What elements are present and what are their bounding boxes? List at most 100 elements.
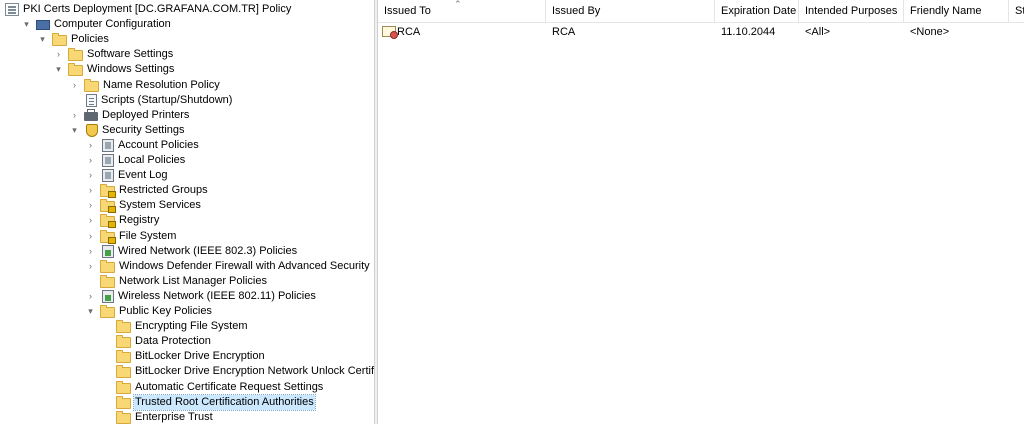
tree-node[interactable]: Trusted Root Certification Authorities <box>101 393 316 411</box>
folder-icon <box>116 365 131 379</box>
tree-node[interactable]: Enterprise Trust <box>101 410 214 424</box>
column-header-issued-by[interactable]: Issued By <box>546 0 715 22</box>
expand-chevron-icon[interactable]: › <box>85 168 96 183</box>
expand-chevron-icon[interactable]: › <box>85 259 96 274</box>
tree-node[interactable]: › Local Policies <box>85 153 186 168</box>
column-header-expiration-date[interactable]: Expiration Date <box>715 0 799 22</box>
tree-node-label: Account Policies <box>118 138 199 151</box>
collapse-chevron-icon[interactable]: ▾ <box>69 123 80 138</box>
tree-node-label: PKI Certs Deployment [DC.GRAFANA.COM.TR]… <box>23 3 292 15</box>
tree-node[interactable]: ▾ Computer Configuration <box>21 17 172 32</box>
tree-node[interactable]: ▾ Policies <box>37 32 110 47</box>
tree-node-label: Wired Network (IEEE 802.3) Policies <box>118 244 298 257</box>
tree-node[interactable]: Encrypting File System <box>101 319 248 334</box>
tree-node-label: Scripts (Startup/Shutdown) <box>101 93 233 106</box>
tree-node-label: Public Key Policies <box>119 305 212 317</box>
tree-node[interactable]: › Deployed Printers <box>69 108 190 123</box>
collapse-chevron-icon[interactable]: ▾ <box>21 17 32 32</box>
locked-folder-icon <box>100 184 116 199</box>
tree-node[interactable]: › Windows Defender Firewall with Advanced… <box>85 259 371 274</box>
expand-chevron-icon[interactable]: › <box>85 213 96 228</box>
tree-node[interactable]: › Event Log <box>85 168 169 183</box>
tree-node[interactable]: › Account Policies <box>85 138 200 153</box>
tree-node[interactable]: Network List Manager Policies <box>85 274 268 289</box>
certificate-icon <box>382 26 398 39</box>
tree-node[interactable]: ▾ Windows Settings <box>53 62 175 77</box>
column-header-intended-purposes[interactable]: Intended Purposes <box>799 0 904 22</box>
tree-node-label: Event Log <box>118 169 168 182</box>
locked-folder-icon <box>100 214 116 229</box>
column-header-friendly-name[interactable]: Friendly Name <box>904 0 1009 22</box>
folder-icon <box>116 335 131 349</box>
column-header-label: Issued By <box>552 5 601 17</box>
tree-node-label: Deployed Printers <box>102 108 190 121</box>
tree-node[interactable]: BitLocker Drive Encryption <box>101 349 266 364</box>
tree-node[interactable]: Data Protection <box>101 334 212 349</box>
expand-chevron-icon[interactable]: › <box>85 244 96 259</box>
expand-chevron-icon[interactable]: › <box>85 183 96 198</box>
tree-node-label: Wireless Network (IEEE 802.11) Policies <box>118 289 316 302</box>
cell-text: RCA <box>397 26 421 38</box>
tree-node[interactable]: › Software Settings <box>53 47 174 62</box>
expand-chevron-icon[interactable]: › <box>85 198 96 213</box>
expand-chevron-icon[interactable]: › <box>85 289 96 304</box>
tree-node[interactable]: ▾ Security Settings <box>69 123 186 138</box>
tree-node-label: Windows Defender Firewall with Advanced … <box>119 259 370 272</box>
tree-node[interactable]: › System Services <box>85 198 202 214</box>
folder-icon <box>116 380 131 394</box>
cell-friendly-name: <None> <box>910 26 950 38</box>
details-list[interactable]: Issued To ⌃ Issued By Expiration Date In… <box>378 0 1024 424</box>
folder-icon <box>52 33 67 47</box>
tree-node-label: Network List Manager Policies <box>119 274 267 287</box>
tree-node[interactable]: Scripts (Startup/Shutdown) <box>69 93 233 108</box>
column-header-label: Expiration Date <box>721 5 797 17</box>
console-tree[interactable]: PKI Certs Deployment [DC.GRAFANA.COM.TR]… <box>0 0 374 424</box>
security-settings-icon <box>86 123 98 137</box>
column-header-issued-to[interactable]: Issued To ⌃ <box>378 0 546 22</box>
tree-node[interactable]: ▾ Public Key Policies <box>85 304 213 319</box>
collapse-chevron-icon[interactable]: ▾ <box>53 62 64 77</box>
expand-chevron-icon[interactable]: › <box>85 138 96 153</box>
expand-chevron-icon[interactable]: › <box>69 108 80 123</box>
tree-node[interactable]: PKI Certs Deployment [DC.GRAFANA.COM.TR]… <box>5 2 292 17</box>
printer-icon <box>84 109 98 122</box>
network-policy-icon <box>102 289 114 303</box>
tree-node[interactable]: BitLocker Drive Encryption Network Unloc… <box>101 364 374 379</box>
policy-document-icon <box>5 3 19 16</box>
expand-chevron-icon[interactable]: › <box>69 78 80 93</box>
tree-node-label: Windows Settings <box>87 63 175 76</box>
cell-issued-to: RCA <box>378 24 546 40</box>
folder-icon <box>84 78 99 92</box>
tree-node-label: BitLocker Drive Encryption <box>135 350 265 363</box>
expand-chevron-icon[interactable]: › <box>85 229 96 244</box>
collapse-chevron-icon[interactable]: ▾ <box>37 32 48 47</box>
tree-node[interactable]: › Wireless Network (IEEE 802.11) Policies <box>85 289 317 304</box>
network-policy-icon <box>102 244 114 258</box>
tree-node-label: Security Settings <box>102 123 185 136</box>
tree-node[interactable]: Automatic Certificate Request Settings <box>101 380 324 395</box>
tree-node-label: System Services <box>119 199 201 212</box>
folder-icon <box>68 48 83 62</box>
tree-node[interactable]: › File System <box>85 229 177 244</box>
tree-node-label: Local Policies <box>118 154 186 166</box>
folder-icon <box>116 320 131 334</box>
tree-node[interactable]: › Wired Network (IEEE 802.3) Policies <box>85 244 298 259</box>
tree-node[interactable]: › Registry <box>85 213 160 229</box>
column-header-status[interactable]: St <box>1009 0 1024 22</box>
expand-chevron-icon[interactable]: › <box>53 47 64 62</box>
expand-chevron-icon[interactable]: › <box>85 153 96 168</box>
tree-node-label: Encrypting File System <box>135 320 248 333</box>
cell-issued-by: RCA <box>552 26 576 38</box>
policy-book-icon <box>102 138 114 152</box>
tree-node-label: Data Protection <box>135 335 211 348</box>
locked-folder-icon <box>100 199 116 214</box>
cell-intended-purposes: <All> <box>805 26 831 38</box>
collapse-chevron-icon[interactable]: ▾ <box>85 304 96 319</box>
tree-node[interactable]: › Restricted Groups <box>85 183 209 199</box>
tree-node[interactable]: › Name Resolution Policy <box>69 78 221 93</box>
